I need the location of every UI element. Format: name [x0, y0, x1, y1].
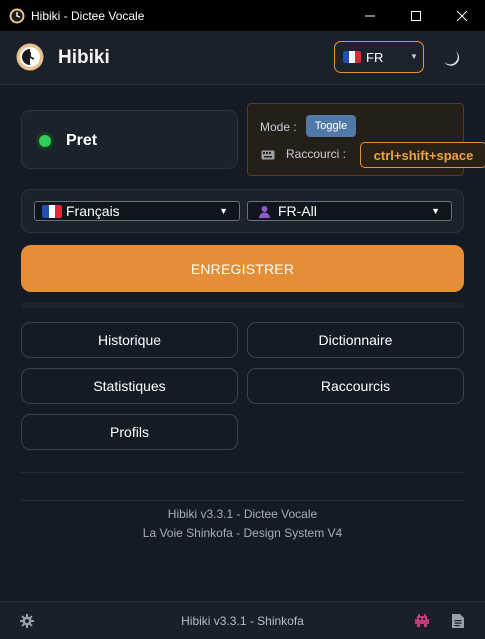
chevron-down-icon: ▼ [431, 206, 440, 216]
window-titlebar: Hibiki - Dictee Vocale [0, 0, 485, 31]
statistics-button[interactable]: Statistiques [21, 368, 238, 404]
footer-version-line: Hibiki v3.3.1 - Dictee Vocale [167, 507, 318, 521]
status-bar: Hibiki v3.3.1 - Shinkofa [0, 601, 485, 639]
france-flag-icon [343, 51, 361, 63]
record-button[interactable]: ENREGISTRER [21, 245, 464, 292]
profile-select[interactable]: FR-All ▼ [247, 201, 452, 221]
keyboard-icon [261, 150, 275, 160]
window-title: Hibiki - Dictee Vocale [31, 9, 145, 23]
close-button[interactable] [439, 0, 485, 31]
language-dropdown[interactable]: FR ▼ [334, 41, 424, 73]
status-bar-version: Hibiki v3.3.1 - Shinkofa [181, 614, 304, 628]
shortcut-value[interactable]: ctrl+shift+space [360, 142, 485, 168]
dictionary-button[interactable]: Dictionnaire [247, 322, 464, 358]
app-window-icon [9, 8, 25, 24]
shortcuts-button[interactable]: Raccourcis [247, 368, 464, 404]
status-card: Pret [21, 110, 238, 169]
chevron-down-icon: ▼ [219, 206, 228, 216]
profile-value: FR-All [278, 203, 317, 219]
shortcut-label: Raccourci : [286, 147, 347, 161]
history-button[interactable]: Historique [21, 322, 238, 358]
close-icon [457, 10, 467, 21]
status-label: Pret [66, 132, 98, 149]
profiles-button[interactable]: Profils [21, 414, 238, 450]
divider [21, 472, 464, 473]
france-flag-icon [42, 205, 62, 218]
divider [21, 500, 464, 501]
mode-card: Mode : Toggle Raccourci : ctrl+shift+spa… [247, 103, 485, 176]
selects-card: Français ▼ FR-All ▼ [21, 189, 464, 233]
mode-toggle-badge[interactable]: Toggle [306, 115, 356, 137]
maximize-button[interactable] [393, 0, 439, 31]
app-header: Hibiki FR ▼ [0, 31, 485, 85]
chevron-down-icon: ▼ [410, 52, 418, 61]
mode-label: Mode : [260, 120, 297, 134]
maximize-icon [411, 10, 421, 21]
minimize-icon [365, 15, 375, 16]
footer-credits-line: La Voie Shinkofa - Design System V4 [142, 526, 343, 540]
language-code: FR [366, 50, 384, 65]
level-meter [21, 302, 464, 308]
dictation-language-select[interactable]: Français ▼ [34, 201, 240, 221]
app-name: Hibiki [58, 47, 110, 68]
moon-icon[interactable] [440, 47, 462, 69]
alien-icon[interactable] [414, 613, 430, 629]
dictation-language-value: Français [66, 203, 120, 219]
document-icon[interactable] [452, 614, 464, 628]
status-indicator [39, 135, 51, 147]
minimize-button[interactable] [347, 0, 393, 31]
clock-logo-icon [16, 43, 44, 71]
person-icon [259, 206, 270, 218]
